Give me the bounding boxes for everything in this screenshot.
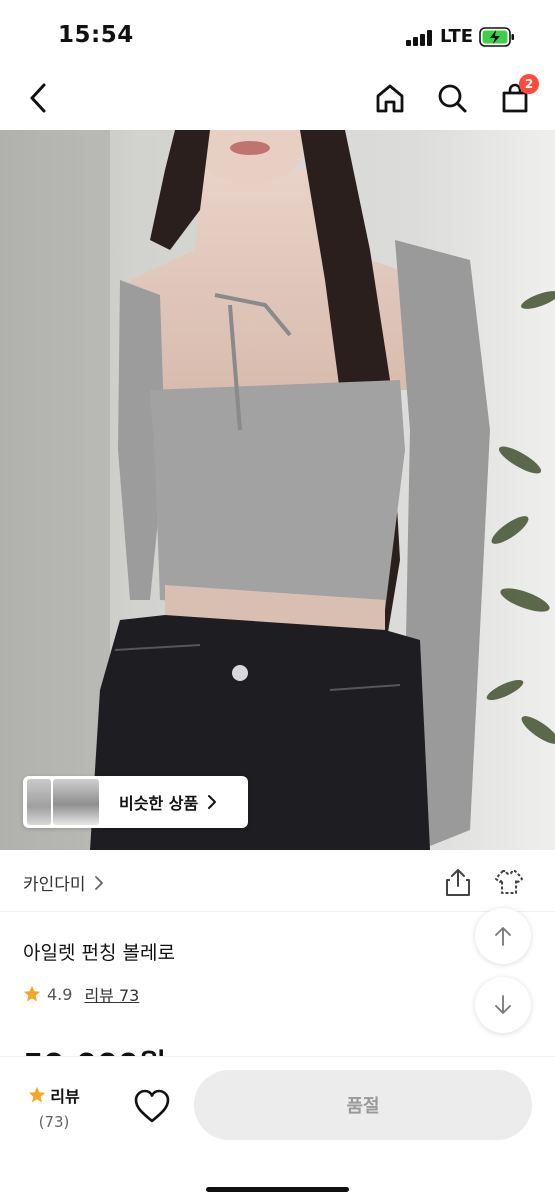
search-button[interactable] (432, 78, 472, 118)
battery-charging-icon (479, 27, 514, 47)
product-photo (0, 130, 555, 850)
scroll-up-button[interactable] (475, 908, 531, 964)
star-icon (23, 985, 41, 1002)
similar-thumbnail (53, 779, 99, 825)
back-button[interactable] (18, 78, 58, 118)
rating-row: 4.9 리뷰 73 (23, 982, 139, 1006)
cart-count-badge: 2 (519, 74, 539, 94)
home-icon (376, 84, 404, 113)
review-link[interactable]: 리뷰 73 (84, 982, 139, 1006)
brand-name: 카인다미 (23, 875, 86, 895)
product-image[interactable] (0, 130, 555, 850)
brand-row: 카인다미 (0, 852, 555, 912)
status-bar: 15:54 LTE (0, 0, 555, 70)
brand-link[interactable]: 카인다미 (23, 870, 104, 895)
star-icon (29, 1086, 46, 1103)
back-chevron-icon (30, 83, 46, 113)
home-indicator (206, 1187, 349, 1192)
chevron-right-icon (208, 795, 217, 809)
home-button[interactable] (370, 78, 410, 118)
similar-thumbnail (27, 779, 51, 825)
nav-bar: 2 (0, 70, 555, 130)
similar-products-label: 비슷한 상품 (119, 794, 199, 813)
similar-products-button[interactable]: 비슷한 상품 (23, 776, 248, 828)
network-type: LTE (440, 26, 474, 47)
heart-icon[interactable] (133, 1088, 171, 1124)
chevron-right-icon (94, 875, 103, 890)
arrow-up-icon (495, 927, 511, 946)
rating-score: 4.9 (47, 984, 73, 1004)
signal-icon (406, 30, 434, 46)
review-count: (73) (38, 1113, 70, 1131)
similar-thumbnails (27, 779, 101, 825)
soldout-button[interactable]: 품절 (194, 1070, 532, 1140)
bottom-action-bar: 리뷰 (73) 품절 (0, 1056, 555, 1200)
scroll-down-button[interactable] (475, 977, 531, 1033)
cart-button[interactable]: 2 (495, 74, 539, 118)
arrow-down-icon (495, 995, 511, 1014)
status-time: 15:54 (58, 22, 134, 48)
share-icon[interactable] (444, 867, 472, 897)
review-summary-button[interactable]: 리뷰 (73) (22, 1083, 86, 1131)
try-on-icon[interactable] (493, 867, 525, 897)
review-label: 리뷰 (50, 1087, 80, 1106)
product-title: 아일렛 펀칭 볼레로 (23, 942, 175, 964)
search-icon (438, 84, 467, 113)
product-price: 59,000원 (23, 1044, 166, 1056)
